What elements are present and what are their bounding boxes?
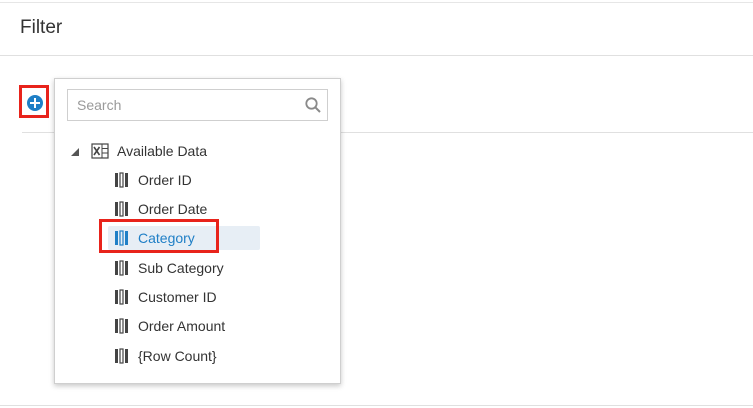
data-item-label: {Row Count} bbox=[138, 348, 217, 364]
add-filter-highlight bbox=[19, 85, 49, 118]
data-item-row-count[interactable]: {Row Count} bbox=[108, 344, 223, 368]
tree-root-label: Available Data bbox=[117, 143, 208, 159]
data-item-customer-id[interactable]: Customer ID bbox=[108, 285, 223, 309]
data-item-label: Category bbox=[138, 230, 195, 246]
data-item-order-amount[interactable]: Order Amount bbox=[108, 314, 231, 338]
data-item-order-id[interactable]: Order ID bbox=[108, 168, 198, 192]
column-icon bbox=[115, 201, 128, 217]
tree-root-available-data[interactable]: Available Data bbox=[71, 141, 207, 161]
bottom-divider bbox=[0, 405, 753, 406]
header-divider bbox=[0, 55, 753, 56]
data-item-label: Order ID bbox=[138, 172, 192, 188]
column-icon bbox=[115, 318, 128, 334]
page-title: Filter bbox=[20, 17, 63, 38]
column-icon bbox=[115, 260, 128, 276]
excel-file-icon bbox=[91, 143, 109, 159]
add-filter-button[interactable] bbox=[27, 95, 43, 111]
data-item-order-date[interactable]: Order Date bbox=[108, 197, 213, 221]
data-item-label: Sub Category bbox=[138, 260, 224, 276]
data-item-label: Order Amount bbox=[138, 318, 226, 334]
data-item-sub-category[interactable]: Sub Category bbox=[108, 256, 230, 280]
data-item-category[interactable]: Category bbox=[108, 226, 260, 250]
data-picker-popup: Available Data Order ID Order Date Categ… bbox=[54, 78, 341, 384]
column-icon bbox=[115, 172, 128, 188]
collapse-caret-icon[interactable] bbox=[71, 148, 79, 156]
top-border bbox=[0, 2, 753, 3]
search-box bbox=[67, 89, 328, 121]
column-icon bbox=[115, 348, 128, 364]
search-input[interactable] bbox=[68, 90, 293, 120]
column-icon bbox=[115, 230, 128, 246]
column-icon bbox=[115, 289, 128, 305]
data-item-label: Customer ID bbox=[138, 289, 217, 305]
search-icon[interactable] bbox=[304, 96, 322, 114]
data-item-label: Order Date bbox=[138, 201, 208, 217]
